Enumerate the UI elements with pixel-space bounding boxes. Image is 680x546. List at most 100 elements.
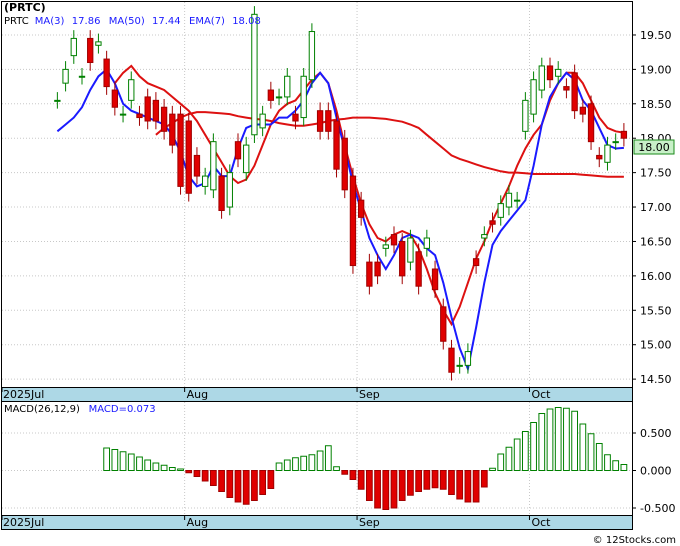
candle	[349, 167, 357, 274]
macd-legend-item: MACD=0.073	[89, 404, 156, 415]
macd-bar-negative	[407, 470, 414, 496]
macd-legend-item: MACD(26,12,9)	[4, 404, 80, 415]
candle-body-up	[201, 175, 209, 187]
candle-body-down	[292, 113, 299, 122]
macd-bar-positive	[144, 459, 152, 471]
candle-body-down	[333, 120, 340, 170]
candle-body-down	[448, 347, 455, 373]
candle	[300, 68, 307, 126]
candle-body-down	[136, 113, 143, 119]
candle-body-up	[95, 41, 102, 46]
candle-body-down	[169, 113, 176, 146]
macd-bar-negative	[349, 470, 357, 480]
macd-bar-positive	[538, 413, 546, 471]
macd-bar-positive	[300, 455, 308, 471]
candle-body-up	[78, 75, 86, 78]
macd-bar-positive	[571, 410, 579, 471]
candle-body-up	[275, 96, 283, 99]
candle-body-up	[259, 113, 266, 129]
macd-bar-positive	[168, 467, 176, 471]
candle-body-up	[505, 192, 513, 208]
macd-tick-label: 0.000	[640, 465, 672, 478]
macd-bar-positive	[177, 468, 184, 471]
candle-body-up	[284, 75, 291, 98]
price-legend-item: PRTC	[4, 16, 29, 27]
macd-bar-negative	[415, 470, 423, 492]
macd-bar-positive	[612, 460, 620, 471]
macd-bar-positive	[160, 464, 168, 471]
price-tick-label: 14.50	[640, 373, 672, 386]
macd-bar-negative	[259, 470, 267, 495]
macd-xaxis-label: Aug	[187, 516, 208, 529]
candle-body-down	[431, 268, 439, 291]
candle-body-down	[316, 110, 324, 132]
macd-bar-negative	[209, 470, 217, 486]
candle-body-down	[218, 175, 225, 211]
price-tick-label: 16.50	[640, 235, 672, 248]
macd-bar-negative	[374, 470, 381, 509]
candle-body-down	[177, 113, 184, 187]
price-legend-item: EMA(7)	[189, 16, 225, 27]
candle-body-up	[119, 113, 127, 116]
candle-body-down	[472, 258, 480, 267]
macd-xaxis-label: 2025Jul	[3, 516, 44, 529]
macd-bar-positive	[136, 456, 143, 471]
candle	[571, 64, 578, 119]
candle-body-down	[193, 154, 201, 177]
candle-body-up	[522, 99, 529, 132]
candle-body-up	[555, 68, 562, 77]
candle-body-up	[210, 141, 217, 191]
candle-body-down	[440, 306, 447, 342]
macd-bar-negative	[365, 470, 373, 501]
macd-bar-positive	[530, 422, 537, 471]
macd-bar-negative	[185, 470, 193, 474]
macd-bar-negative	[357, 470, 365, 490]
price-xaxis-label: Sep	[359, 388, 380, 401]
candle-body-up	[407, 237, 414, 263]
macd-bar-positive	[497, 453, 505, 471]
candle	[177, 105, 184, 195]
macd-bar-positive	[103, 447, 111, 471]
candle	[185, 112, 192, 202]
macd-bar-positive	[513, 438, 521, 471]
macd-bar-positive	[595, 443, 603, 471]
candle	[210, 133, 217, 199]
candle-body-down	[579, 106, 587, 115]
price-legend-item: 17.86	[72, 16, 101, 27]
macd-bar-negative	[218, 470, 225, 492]
candle-body-down	[111, 89, 119, 108]
candle-body-down	[349, 175, 357, 267]
price-legend-item: 17.44	[152, 16, 181, 27]
candle-body-up	[62, 68, 69, 84]
candle-body-down	[399, 240, 406, 277]
macd-bar-positive	[521, 431, 529, 471]
macd-bar-positive	[333, 466, 340, 471]
candle-body-up	[128, 79, 135, 101]
candle-body-down	[103, 58, 110, 88]
macd-bar-negative	[431, 470, 439, 489]
macd-bar-negative	[464, 470, 472, 503]
macd-bar-negative	[234, 470, 242, 503]
macd-tick-label: 0.500	[640, 427, 672, 440]
candle-body-down	[415, 251, 422, 287]
candle-body-down	[587, 103, 595, 143]
candle-body-up	[251, 13, 258, 136]
macd-legend: MACD(26,12,9) MACD=0.073	[4, 404, 156, 415]
candle-body-down	[374, 261, 381, 277]
candle-body-down	[546, 65, 554, 81]
candle-body-up	[308, 31, 316, 81]
macd-bar-negative	[398, 470, 406, 501]
macd-xaxis-label: Oct	[531, 516, 551, 529]
candle-body-up	[604, 144, 611, 163]
macd-bar-negative	[251, 470, 258, 501]
candle-body-down	[489, 220, 496, 225]
candle-body-up	[456, 364, 463, 367]
macd-bar-negative	[226, 470, 234, 498]
macd-bar-positive	[316, 450, 324, 471]
macd-bar-negative	[382, 470, 390, 510]
price-xaxis-label: Oct	[531, 388, 551, 401]
candle-body-up	[243, 144, 250, 174]
candle-body-up	[70, 37, 77, 57]
candle-body-up	[54, 99, 61, 102]
macd-bar-negative	[267, 470, 275, 489]
